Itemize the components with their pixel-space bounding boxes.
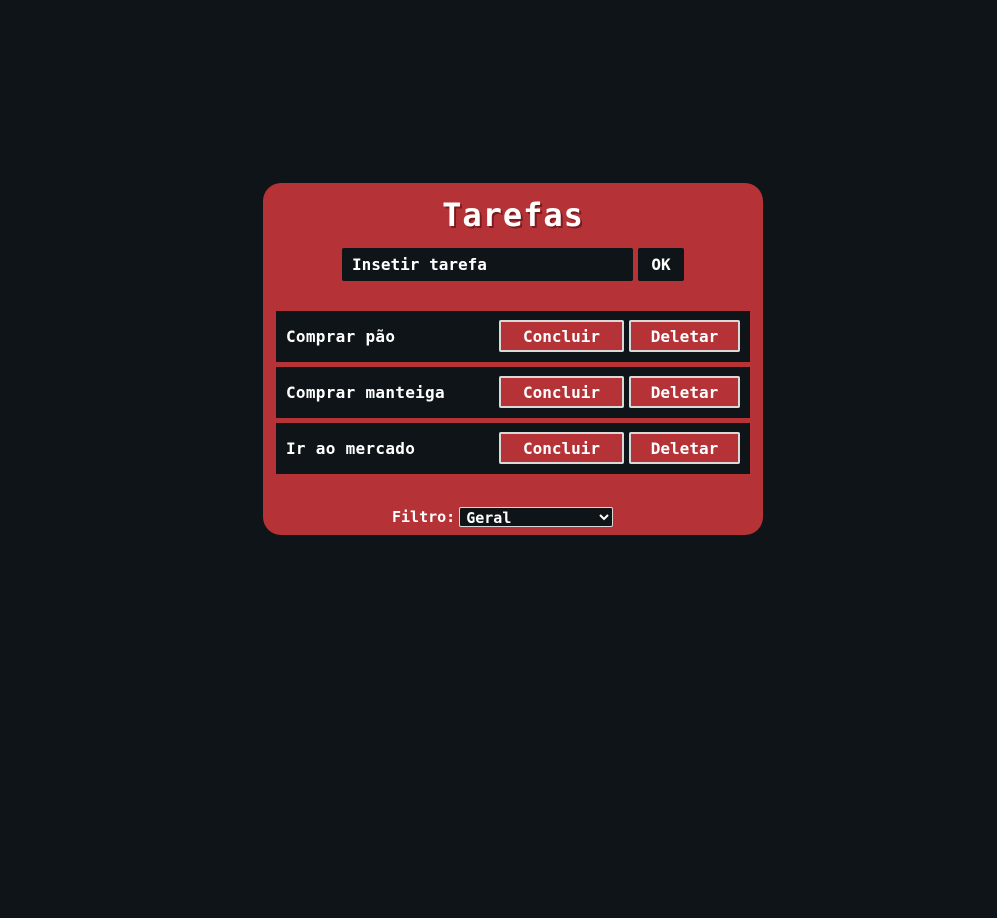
conclude-button[interactable]: Concluir: [499, 320, 624, 352]
task-actions: Concluir Deletar: [499, 432, 740, 464]
delete-button[interactable]: Deletar: [629, 320, 740, 352]
task-text: Ir ao mercado: [286, 439, 416, 458]
delete-button[interactable]: Deletar: [629, 376, 740, 408]
conclude-button[interactable]: Concluir: [499, 432, 624, 464]
list-item: Comprar manteiga Concluir Deletar: [276, 367, 750, 418]
task-input[interactable]: [342, 248, 633, 281]
list-item: Ir ao mercado Concluir Deletar: [276, 423, 750, 474]
task-text: Comprar pão: [286, 327, 396, 346]
todo-card: Tarefas OK Comprar pão Concluir Deletar …: [263, 183, 763, 535]
filter-label: Filtro:: [392, 508, 456, 526]
ok-button[interactable]: OK: [638, 248, 684, 281]
task-actions: Concluir Deletar: [499, 320, 740, 352]
list-item: Comprar pão Concluir Deletar: [276, 311, 750, 362]
task-text: Comprar manteiga: [286, 383, 445, 402]
conclude-button[interactable]: Concluir: [499, 376, 624, 408]
page-title: Tarefas: [442, 196, 584, 234]
task-actions: Concluir Deletar: [499, 376, 740, 408]
filter-select[interactable]: Geral: [459, 507, 614, 527]
filter-row: Filtro: Geral: [392, 507, 614, 527]
add-task-form: OK: [342, 248, 684, 281]
task-list: Comprar pão Concluir Deletar Comprar man…: [276, 311, 750, 479]
delete-button[interactable]: Deletar: [629, 432, 740, 464]
